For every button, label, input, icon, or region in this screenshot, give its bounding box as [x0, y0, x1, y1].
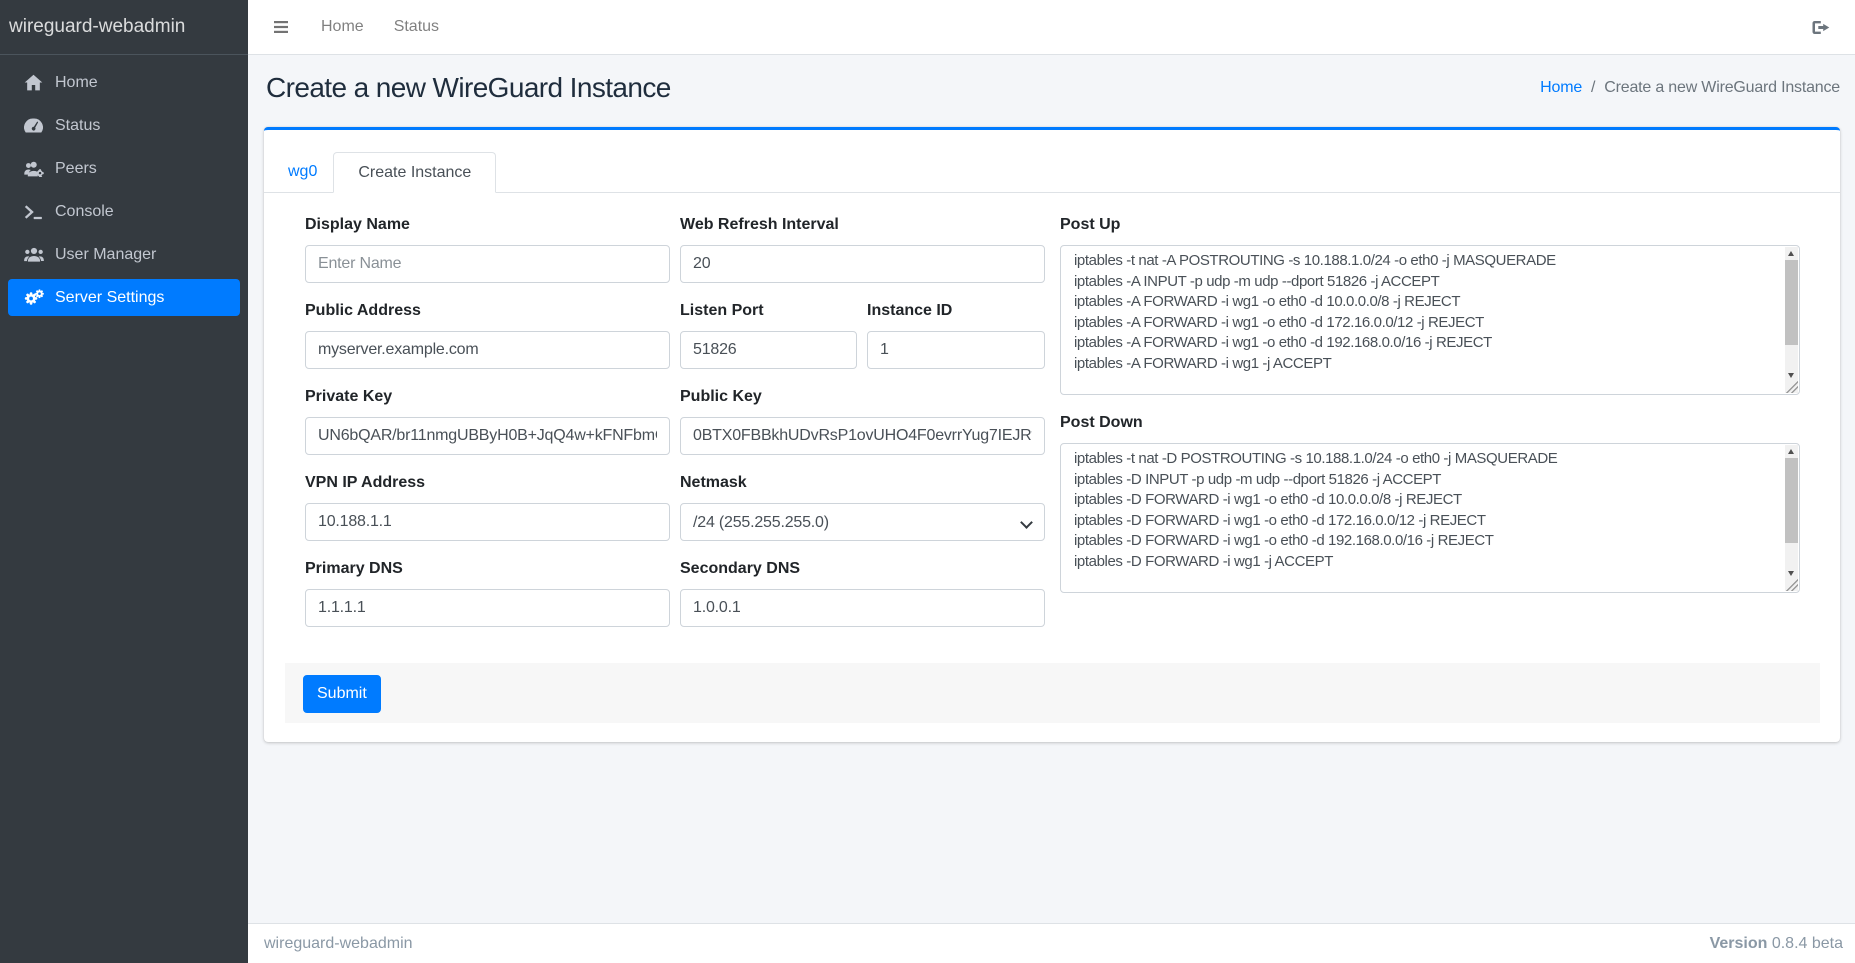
- breadcrumb-current: Create a new WireGuard Instance: [1604, 79, 1840, 96]
- top-navbar: Home Status: [248, 0, 1855, 55]
- terminal-icon: [20, 204, 47, 220]
- secondary-dns-input[interactable]: [680, 589, 1045, 627]
- users-gear-icon: [20, 161, 47, 177]
- vpn-ip-address-label: VPN IP Address: [305, 471, 670, 495]
- secondary-dns-label: Secondary DNS: [680, 557, 1045, 581]
- sidebar-item-peers[interactable]: Peers: [8, 150, 240, 187]
- sidebar-item-label: Peers: [55, 160, 97, 178]
- breadcrumb-separator: /: [1591, 79, 1595, 96]
- public-key-input[interactable]: [680, 417, 1045, 455]
- sidebar-item-label: Status: [55, 117, 100, 135]
- footer-app-name: wireguard-webadmin: [264, 935, 413, 953]
- post-down-text: iptables -t nat -D POSTROUTING -s 10.188…: [1061, 444, 1799, 572]
- resize-handle-icon[interactable]: [1785, 380, 1798, 393]
- post-up-label: Post Up: [1060, 213, 1800, 237]
- scrollbar-thumb[interactable]: [1785, 458, 1798, 543]
- topnav-link-home[interactable]: Home: [306, 18, 379, 36]
- sidebar-item-user-manager[interactable]: User Manager: [8, 236, 240, 273]
- instance-tabs: wg0 Create Instance: [264, 130, 1840, 193]
- tachometer-icon: [20, 118, 47, 133]
- tab-create-instance[interactable]: Create Instance: [333, 152, 496, 193]
- primary-dns-label: Primary DNS: [305, 557, 670, 581]
- sidebar-item-server-settings[interactable]: Server Settings: [8, 279, 240, 316]
- hamburger-icon: [274, 21, 288, 33]
- tab-wg0[interactable]: wg0: [272, 152, 333, 192]
- topnav-link-status[interactable]: Status: [379, 18, 454, 36]
- gears-icon: [20, 289, 47, 307]
- main-footer: wireguard-webadmin Version 0.8.4 beta: [248, 923, 1855, 963]
- post-down-textarea[interactable]: iptables -t nat -D POSTROUTING -s 10.188…: [1060, 443, 1800, 593]
- sidebar-item-label: User Manager: [55, 246, 156, 264]
- content-wrapper: Create a new WireGuard Instance Home / Cre…: [248, 55, 1855, 923]
- display-name-input[interactable]: [305, 245, 670, 283]
- netmask-label: Netmask: [680, 471, 1045, 495]
- public-address-label: Public Address: [305, 299, 670, 323]
- sidebar-item-label: Console: [55, 203, 114, 221]
- public-key-label: Public Key: [680, 385, 1045, 409]
- sidebar-nav: Home Status Peers Console User Manager S…: [0, 55, 248, 316]
- card-body: Display Name Web Refresh Interval Public…: [264, 193, 1840, 742]
- brand[interactable]: wireguard-webadmin: [0, 0, 248, 55]
- submit-button[interactable]: Submit: [303, 675, 381, 713]
- post-down-scrollbar[interactable]: [1785, 445, 1798, 580]
- sidebar-item-status[interactable]: Status: [8, 107, 240, 144]
- sidebar-item-label: Server Settings: [55, 289, 164, 307]
- card-bottom-padding: [285, 723, 1820, 742]
- display-name-label: Display Name: [305, 213, 670, 237]
- form: Display Name Web Refresh Interval Public…: [285, 213, 1820, 643]
- page-title: Create a new WireGuard Instance: [266, 71, 671, 105]
- scroll-up-arrow-icon[interactable]: [1785, 247, 1798, 260]
- card-footer: Submit: [285, 663, 1820, 723]
- post-down-label: Post Down: [1060, 411, 1800, 435]
- post-up-textarea[interactable]: iptables -t nat -A POSTROUTING -s 10.188…: [1060, 245, 1800, 395]
- scroll-up-arrow-icon[interactable]: [1785, 445, 1798, 458]
- primary-dns-input[interactable]: [305, 589, 670, 627]
- content-header: Create a new WireGuard Instance Home / Cre…: [248, 55, 1855, 105]
- web-refresh-interval-input[interactable]: [680, 245, 1045, 283]
- sidebar: wireguard-webadmin Home Status Peers Con…: [0, 0, 248, 963]
- home-icon: [20, 74, 47, 91]
- listen-port-label: Listen Port: [680, 299, 857, 323]
- post-up-text: iptables -t nat -A POSTROUTING -s 10.188…: [1061, 246, 1799, 374]
- resize-handle-icon[interactable]: [1785, 578, 1798, 591]
- card: wg0 Create Instance Display Name Web Ref…: [264, 127, 1840, 742]
- listen-port-input[interactable]: [680, 331, 857, 369]
- logout-button[interactable]: [1810, 20, 1830, 35]
- content-area: wg0 Create Instance Display Name Web Ref…: [248, 105, 1855, 742]
- netmask-select[interactable]: /24 (255.255.255.0): [680, 503, 1045, 541]
- public-address-input[interactable]: [305, 331, 670, 369]
- scrollbar-thumb[interactable]: [1785, 260, 1798, 345]
- sidebar-item-home[interactable]: Home: [8, 64, 240, 101]
- sidebar-item-label: Home: [55, 74, 98, 92]
- private-key-label: Private Key: [305, 385, 670, 409]
- instance-id-label: Instance ID: [867, 299, 1045, 323]
- breadcrumb-home-link[interactable]: Home: [1540, 79, 1582, 96]
- menu-toggle-button[interactable]: [256, 21, 306, 33]
- post-up-scrollbar[interactable]: [1785, 247, 1798, 382]
- brand-title: wireguard-webadmin: [9, 16, 185, 38]
- footer-version: Version 0.8.4 beta: [1710, 935, 1843, 953]
- web-refresh-interval-label: Web Refresh Interval: [680, 213, 1045, 237]
- sidebar-item-console[interactable]: Console: [8, 193, 240, 230]
- users-icon: [20, 247, 47, 262]
- private-key-input[interactable]: [305, 417, 670, 455]
- vpn-ip-address-input[interactable]: [305, 503, 670, 541]
- sign-out-icon: [1810, 20, 1830, 35]
- breadcrumb: Home / Create a new WireGuard Instance: [1540, 79, 1840, 97]
- instance-id-input[interactable]: [867, 331, 1045, 369]
